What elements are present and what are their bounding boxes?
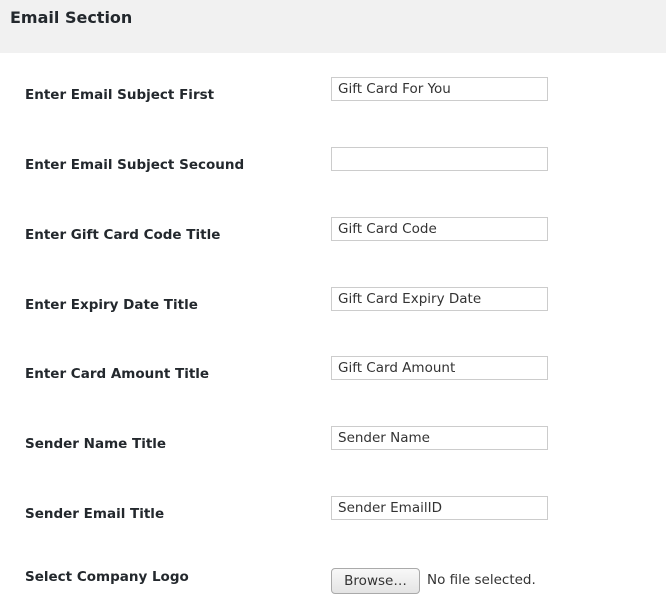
email-subject-first-label: Enter Email Subject First (25, 87, 215, 103)
expiry-date-title-input[interactable] (331, 287, 548, 311)
card-amount-title-input[interactable] (331, 356, 548, 380)
email-subject-first-input[interactable] (331, 77, 548, 101)
sender-name-title-label: Sender Name Title (25, 436, 167, 452)
field-row-sender-name-title: Sender Name Title (0, 426, 666, 466)
section-header: Email Section (0, 0, 666, 53)
browse-button[interactable]: Browse… (331, 568, 420, 594)
company-logo-label: Select Company Logo (25, 569, 189, 585)
field-row-email-subject-first: Enter Email Subject First (0, 77, 666, 117)
email-subject-second-label: Enter Email Subject Secound (25, 157, 245, 173)
expiry-date-title-label: Enter Expiry Date Title (25, 297, 198, 313)
field-row-gift-card-code-title: Enter Gift Card Code Title (0, 217, 666, 257)
gift-card-code-title-input[interactable] (331, 217, 548, 241)
section-title: Email Section (10, 8, 133, 27)
sender-email-title-label: Sender Email Title (25, 506, 165, 522)
field-row-card-amount-title: Enter Card Amount Title (0, 356, 666, 396)
file-status-text: No file selected. (427, 572, 536, 588)
company-logo-file-input: Browse… No file selected. (331, 568, 631, 594)
sender-name-title-input[interactable] (331, 426, 548, 450)
email-subject-second-input[interactable] (331, 147, 548, 171)
gift-card-code-title-label: Enter Gift Card Code Title (25, 227, 221, 243)
field-row-sender-email-title: Sender Email Title (0, 496, 666, 536)
field-row-email-subject-second: Enter Email Subject Secound (0, 147, 666, 187)
sender-email-title-input[interactable] (331, 496, 548, 520)
field-row-company-logo: Select Company Logo Browse… No file sele… (0, 568, 666, 608)
field-row-expiry-date-title: Enter Expiry Date Title (0, 287, 666, 327)
card-amount-title-label: Enter Card Amount Title (25, 366, 210, 382)
